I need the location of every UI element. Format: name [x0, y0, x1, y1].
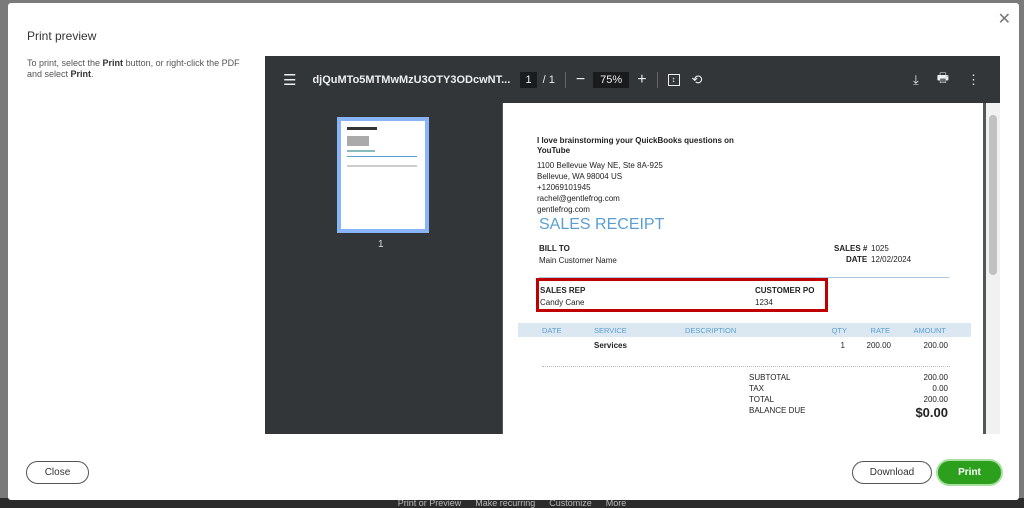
line-items-header: DATE SERVICE DESCRIPTION QTY RATE AMOUNT [518, 323, 971, 337]
page-thumbnail[interactable] [337, 117, 429, 233]
total: 200.00 [923, 395, 948, 404]
print-icon[interactable]: 🖶 [937, 69, 949, 91]
line-qty: 1 [840, 341, 845, 350]
email: rachel@gentlefrog.com [537, 194, 620, 203]
subtotal: 200.00 [923, 373, 948, 382]
address-line-2: Bellevue, WA 98004 US [537, 172, 623, 181]
tax-label: TAX [749, 384, 764, 393]
col-amount: AMOUNT [913, 326, 947, 335]
receipt-page: I love brainstorming your QuickBooks que… [503, 103, 983, 434]
col-service: SERVICE [594, 326, 627, 335]
website: gentlefrog.com [537, 205, 590, 214]
sales-rep-label: SALES REP [540, 286, 586, 295]
thumbnail-number: 1 [378, 239, 384, 250]
divider [564, 71, 566, 88]
sales-rep: Candy Cane [540, 298, 585, 307]
col-qty: QTY [831, 326, 847, 335]
rotate-icon[interactable]: ⟲ [692, 72, 703, 88]
date-label: DATE [846, 255, 868, 264]
zoom-out-icon[interactable]: − [576, 71, 585, 89]
po-value: 1234 [755, 298, 773, 307]
dialog-title: Print preview [27, 29, 97, 43]
col-date: DATE [542, 326, 562, 335]
date-value: 12/02/2024 [871, 255, 912, 264]
close-icon[interactable]: ✕ [998, 9, 1011, 29]
divider [542, 366, 950, 367]
page-input[interactable]: 1 [520, 71, 537, 88]
download-button[interactable]: Download [852, 461, 932, 484]
close-button[interactable]: Close [26, 461, 89, 484]
address-line-1: 1100 Bellevue Way NE, Ste 8A-925 [537, 161, 663, 170]
zoom-in-icon[interactable]: + [637, 71, 646, 89]
instructions: To print, select the Print button, or ri… [27, 58, 240, 79]
balance-label: BALANCE DUE [749, 406, 806, 415]
totals-values: 200.00 0.00 200.00 $0.00 [915, 372, 948, 421]
more-icon[interactable]: ⋮ [967, 72, 980, 88]
col-rate: RATE [870, 326, 890, 335]
line-service: Services [594, 341, 627, 350]
sales-no: 1025 [871, 244, 889, 253]
pdf-viewer: ☰ djQuMTo5MTMwMzU3OTY3ODcwNT... 1 / 1 − … [265, 56, 1000, 434]
page-total: / 1 [542, 73, 555, 86]
line-amount: 200.00 [923, 341, 948, 350]
print-preview-dialog: ✕ Print preview To print, select the Pri… [8, 3, 1019, 500]
print-button[interactable]: Print [938, 461, 1001, 484]
fit-page-icon[interactable]: ↕ [667, 73, 680, 86]
pdf-filename: djQuMTo5MTMwMzU3OTY3ODcwNT... [312, 73, 511, 86]
bill-to-name: Main Customer Name [539, 256, 617, 265]
receipt-title: SALES RECEIPT [539, 216, 665, 233]
tax: 0.00 [932, 384, 948, 393]
subtotal-label: SUBTOTAL [749, 373, 791, 382]
company-contact: 1100 Bellevue Way NE, Ste 8A-925 Bellevu… [537, 160, 663, 215]
col-description: DESCRIPTION [685, 326, 737, 335]
line-rate: 200.00 [866, 341, 891, 350]
divider [656, 71, 658, 88]
menu-icon[interactable]: ☰ [283, 71, 296, 89]
thumbnail-sidebar: 1 [265, 103, 502, 434]
balance-due: $0.00 [915, 405, 948, 420]
zoom-input[interactable]: 75% [593, 71, 630, 88]
total-label: TOTAL [749, 395, 775, 404]
pdf-toolbar: ☰ djQuMTo5MTMwMzU3OTY3ODcwNT... 1 / 1 − … [265, 56, 1000, 103]
download-icon[interactable]: ⤓ [913, 72, 919, 88]
phone: +12069101945 [537, 183, 591, 192]
totals-labels: SUBTOTAL TAX TOTAL BALANCE DUE [749, 372, 805, 416]
scrollbar-thumb[interactable] [989, 115, 997, 275]
company-name: I love brainstorming your QuickBooks que… [537, 136, 734, 155]
scrollbar[interactable] [986, 103, 1000, 434]
po-label: CUSTOMER PO [755, 286, 815, 295]
sales-no-label: SALES # [834, 244, 868, 253]
bill-to-label: BILL TO [539, 244, 570, 253]
